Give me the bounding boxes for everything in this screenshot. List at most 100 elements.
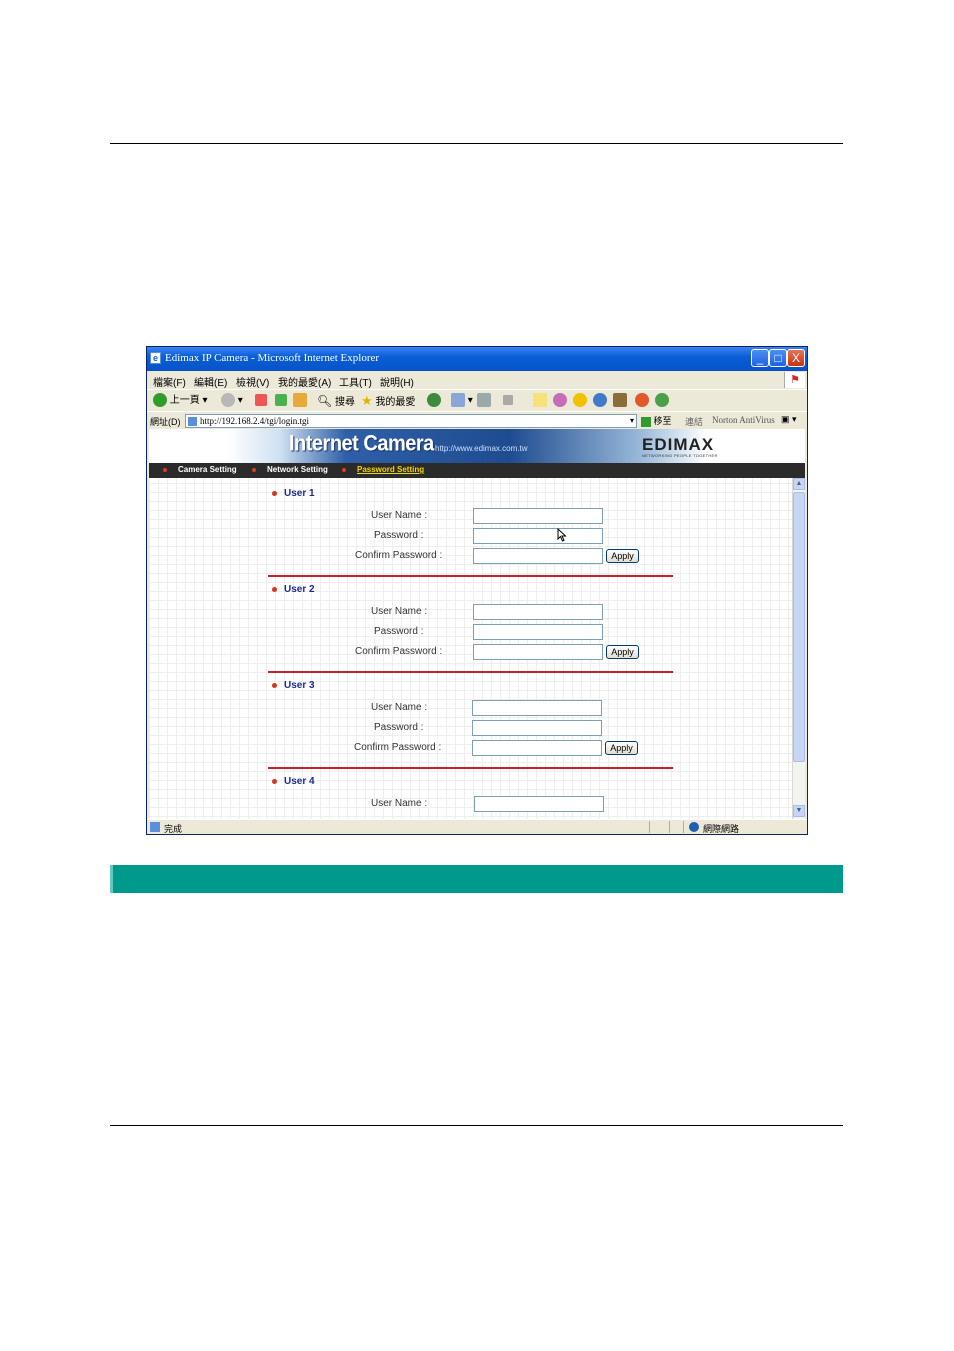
note-icon xyxy=(533,393,547,408)
users-button[interactable] xyxy=(655,393,669,409)
status-divider xyxy=(683,821,684,833)
favorites-button[interactable]: ★ 我的最愛 xyxy=(361,393,415,409)
nav-bullet-icon xyxy=(342,468,346,472)
note-button[interactable] xyxy=(533,393,547,409)
menu-favorites[interactable]: 我的最愛(A) xyxy=(278,374,331,389)
nav-network-setting[interactable]: Network Setting xyxy=(267,465,328,474)
user3-username-label: User Name : xyxy=(371,702,428,713)
messenger-icon xyxy=(553,393,567,408)
address-dropdown-icon[interactable]: ▾ xyxy=(630,415,634,427)
section-heading-bar xyxy=(110,865,843,893)
chat-button[interactable] xyxy=(635,393,649,409)
user2-password-input[interactable] xyxy=(473,624,603,640)
user3-apply-button[interactable]: Apply xyxy=(605,741,638,755)
close-button[interactable]: X xyxy=(787,349,805,367)
scroll-up-icon[interactable]: ▲ xyxy=(793,478,805,490)
ie-icon: e xyxy=(150,352,161,364)
minimize-button[interactable]: _ xyxy=(751,349,769,367)
user4-username-label: User Name : xyxy=(371,798,428,809)
menu-file[interactable]: 檔案(F) xyxy=(153,374,186,389)
user3-password-input[interactable] xyxy=(472,720,602,736)
print-button[interactable] xyxy=(477,393,491,409)
go-label: 移至 xyxy=(653,416,672,426)
menu-tools[interactable]: 工具(T) xyxy=(339,374,372,389)
nav-bullet-icon xyxy=(163,468,167,472)
edit-button[interactable] xyxy=(503,393,513,409)
status-text: 完成 xyxy=(164,824,183,834)
site-url[interactable]: http://www.edimax.com.tw xyxy=(435,444,527,453)
user3-confirm-label: Confirm Password : xyxy=(354,742,442,753)
antivirus-label[interactable]: Norton AntiVirus xyxy=(712,415,775,425)
shield-button[interactable] xyxy=(593,393,607,409)
maximize-button[interactable]: □ xyxy=(769,349,787,367)
book-button[interactable] xyxy=(613,393,627,409)
separator xyxy=(268,671,673,673)
user1-apply-button[interactable]: Apply xyxy=(606,549,639,563)
messenger-button[interactable] xyxy=(553,393,567,409)
star-icon: ★ xyxy=(361,393,373,408)
user1-password-input[interactable] xyxy=(473,528,603,544)
menu-bar: 檔案(F) 編輯(E) 檢視(V) 我的最愛(A) 工具(T) 說明(H) ⚑ xyxy=(147,371,807,389)
vertical-scrollbar[interactable]: ▲ ▼ xyxy=(792,478,805,819)
scroll-thumb[interactable] xyxy=(793,492,805,762)
address-input[interactable]: http://192.168.2.4/tgi/login.tgi ▾ xyxy=(185,414,637,428)
status-page-icon xyxy=(150,822,160,832)
address-url: http://192.168.2.4/tgi/login.tgi xyxy=(200,416,310,426)
user2-confirm-input[interactable] xyxy=(473,644,603,660)
mail-button[interactable]: ▾ xyxy=(451,393,473,409)
user2-username-input[interactable] xyxy=(473,604,603,620)
user3-heading: User 3 xyxy=(284,680,315,691)
user4-bullet-icon xyxy=(272,779,277,784)
search-icon: 🔍︎ xyxy=(317,394,333,408)
address-bar: 網址(D) http://192.168.2.4/tgi/login.tgi ▾… xyxy=(147,411,807,430)
window-title: Edimax IP Camera - Microsoft Internet Ex… xyxy=(165,352,380,364)
menu-edit[interactable]: 編輯(E) xyxy=(194,374,227,389)
edimax-logo: EDIMAX xyxy=(642,435,715,454)
home-button[interactable] xyxy=(293,393,307,409)
search-button[interactable]: 🔍︎ 搜尋 xyxy=(317,393,355,409)
nav-password-setting[interactable]: Password Setting xyxy=(357,465,424,474)
scroll-down-icon[interactable]: ▼ xyxy=(793,805,805,817)
windows-logo-icon: ⚑ xyxy=(784,372,805,388)
go-arrow-icon xyxy=(641,416,651,427)
mail-icon xyxy=(451,393,465,408)
go-button[interactable]: 移至 xyxy=(641,414,672,427)
user3-password-label: Password : xyxy=(374,722,424,733)
menu-view[interactable]: 檢視(V) xyxy=(236,374,269,389)
back-button[interactable]: 上一頁 ▾ xyxy=(153,393,208,409)
user1-username-label: User Name : xyxy=(371,510,428,521)
page-content: Internet Camera http://www.edimax.com.tw… xyxy=(149,429,805,819)
status-zone: 網際網路 xyxy=(703,824,740,834)
user4-username-input[interactable] xyxy=(474,796,604,812)
user1-confirm-label: Confirm Password : xyxy=(355,550,443,561)
user1-heading: User 1 xyxy=(284,488,315,499)
chat-icon xyxy=(635,393,649,408)
stop-button[interactable] xyxy=(255,393,267,409)
nav-camera-setting[interactable]: Camera Setting xyxy=(178,465,237,474)
globe-icon xyxy=(689,822,699,832)
forward-button[interactable]: ▾ xyxy=(221,393,243,409)
edit-icon xyxy=(503,395,513,406)
section-heading-accent xyxy=(110,865,113,893)
product-title: Internet Camera xyxy=(289,431,434,457)
user1-confirm-input[interactable] xyxy=(473,548,603,564)
edimax-tagline: NETWORKING PEOPLE TOGETHER xyxy=(642,453,718,458)
print-icon xyxy=(477,393,491,408)
settings-nav: Camera Setting Network Setting Password … xyxy=(149,463,805,478)
history-button[interactable] xyxy=(427,393,441,409)
user1-bullet-icon xyxy=(272,491,277,496)
user2-apply-button[interactable]: Apply xyxy=(606,645,639,659)
links-label[interactable]: 連結 xyxy=(685,415,703,428)
user3-confirm-input[interactable] xyxy=(472,740,602,756)
smiley-button[interactable] xyxy=(573,393,587,409)
status-bar: 完成 網際網路 xyxy=(147,819,807,834)
user2-username-label: User Name : xyxy=(371,606,428,617)
user1-username-input[interactable] xyxy=(473,508,603,524)
user3-username-input[interactable] xyxy=(472,700,602,716)
page-header-rule xyxy=(110,143,843,144)
users-icon xyxy=(655,393,669,408)
refresh-button[interactable] xyxy=(275,393,287,409)
menu-help[interactable]: 說明(H) xyxy=(380,374,414,389)
antivirus-dropdown-icon[interactable]: ▣ ▾ xyxy=(781,414,797,425)
status-divider xyxy=(649,821,650,833)
